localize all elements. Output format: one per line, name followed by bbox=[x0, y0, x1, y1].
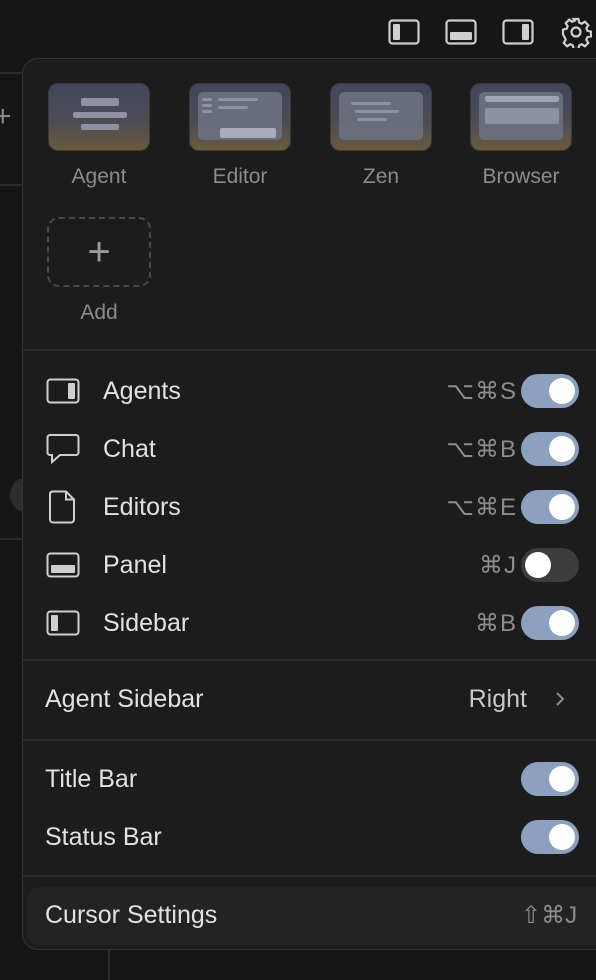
toggle-row-editors[interactable]: Editors ⌥⌘E bbox=[23, 481, 596, 533]
background-divider-top bbox=[0, 72, 22, 74]
background-vertical-divider bbox=[108, 950, 110, 980]
layout-preset-agent[interactable]: Agent bbox=[39, 83, 159, 189]
toggle-label: Editors bbox=[103, 492, 181, 521]
layout-preset-browser[interactable]: Browser bbox=[461, 83, 581, 189]
background-divider-low bbox=[0, 538, 22, 540]
section-divider bbox=[23, 349, 596, 351]
chevron-right-icon bbox=[553, 689, 567, 709]
left-sidebar-icon bbox=[45, 605, 81, 641]
layout-label: Agent bbox=[71, 165, 127, 188]
shortcut-label: ⌘J bbox=[479, 551, 517, 579]
layout-thumbnail bbox=[470, 83, 572, 151]
toggle-label: Chat bbox=[103, 434, 156, 463]
layout-thumbnail bbox=[48, 83, 150, 151]
toggle-label: Agents bbox=[103, 376, 181, 405]
file-icon bbox=[45, 489, 81, 525]
agent-sidebar-value: Right bbox=[468, 684, 527, 713]
agents-panel-icon bbox=[45, 373, 81, 409]
title-bar-icons bbox=[0, 14, 596, 50]
toggle-label: Status Bar bbox=[45, 822, 162, 851]
layout-label: Browser bbox=[482, 165, 560, 188]
sidebar-toggle-switch[interactable] bbox=[521, 606, 579, 640]
title-bar-toggle-switch[interactable] bbox=[521, 762, 579, 796]
toggle-label: Title Bar bbox=[45, 764, 138, 793]
section-divider bbox=[23, 875, 596, 877]
layout-preset-editor[interactable]: Editor bbox=[180, 83, 300, 189]
gear-icon[interactable] bbox=[558, 14, 594, 50]
layout-presets: Agent Editor Zen Browser + Add bbox=[23, 59, 596, 349]
layout-menu: Agent Editor Zen Browser + Add Agents ⌥⌘… bbox=[22, 58, 596, 950]
plus-icon: + bbox=[47, 217, 151, 287]
agent-sidebar-label: Agent Sidebar bbox=[45, 684, 204, 713]
toggle-row-panel[interactable]: Panel ⌘J bbox=[23, 539, 596, 591]
background-divider-mid bbox=[0, 184, 22, 186]
toggle-label: Panel bbox=[103, 550, 167, 579]
cursor-settings-item[interactable]: Cursor Settings ⇧⌘J bbox=[27, 887, 596, 945]
toggle-row-status-bar[interactable]: Status Bar bbox=[23, 811, 596, 863]
editors-toggle-switch[interactable] bbox=[521, 490, 579, 524]
toggle-row-agents[interactable]: Agents ⌥⌘S bbox=[23, 365, 596, 417]
layout-thumbnail bbox=[189, 83, 291, 151]
add-layout-button[interactable]: + Add bbox=[39, 217, 159, 325]
panel-toggle-switch[interactable] bbox=[521, 548, 579, 582]
chat-toggle-switch[interactable] bbox=[521, 432, 579, 466]
toggle-row-sidebar[interactable]: Sidebar ⌘B bbox=[23, 597, 596, 649]
layout-preset-zen[interactable]: Zen bbox=[321, 83, 441, 189]
layout-label: Zen bbox=[362, 165, 400, 188]
chat-bubble-icon bbox=[45, 431, 81, 467]
agent-sidebar-row[interactable]: Agent Sidebar Right bbox=[23, 673, 596, 725]
toggle-row-chat[interactable]: Chat ⌥⌘B bbox=[23, 423, 596, 475]
shortcut-label: ⌥⌘B bbox=[446, 435, 517, 463]
add-layout-label: Add bbox=[80, 301, 118, 324]
toggle-label: Sidebar bbox=[103, 608, 190, 637]
toggle-left-sidebar-icon[interactable] bbox=[386, 14, 422, 50]
shortcut-label: ⇧⌘J bbox=[521, 902, 578, 929]
toggle-panel-icon[interactable] bbox=[443, 14, 479, 50]
shortcut-label: ⌥⌘S bbox=[446, 377, 517, 405]
layout-label: Editor bbox=[212, 165, 268, 188]
bottom-panel-icon bbox=[45, 547, 81, 583]
toggle-right-sidebar-icon[interactable] bbox=[500, 14, 536, 50]
cursor-settings-label: Cursor Settings bbox=[45, 901, 218, 929]
layout-thumbnail bbox=[330, 83, 432, 151]
shortcut-label: ⌥⌘E bbox=[446, 493, 517, 521]
section-divider bbox=[23, 659, 596, 661]
background-plus-icon: + bbox=[0, 100, 12, 133]
status-bar-toggle-switch[interactable] bbox=[521, 820, 579, 854]
agents-toggle-switch[interactable] bbox=[521, 374, 579, 408]
shortcut-label: ⌘B bbox=[474, 609, 517, 637]
section-divider bbox=[23, 739, 596, 741]
toggle-row-title-bar[interactable]: Title Bar bbox=[23, 753, 596, 805]
